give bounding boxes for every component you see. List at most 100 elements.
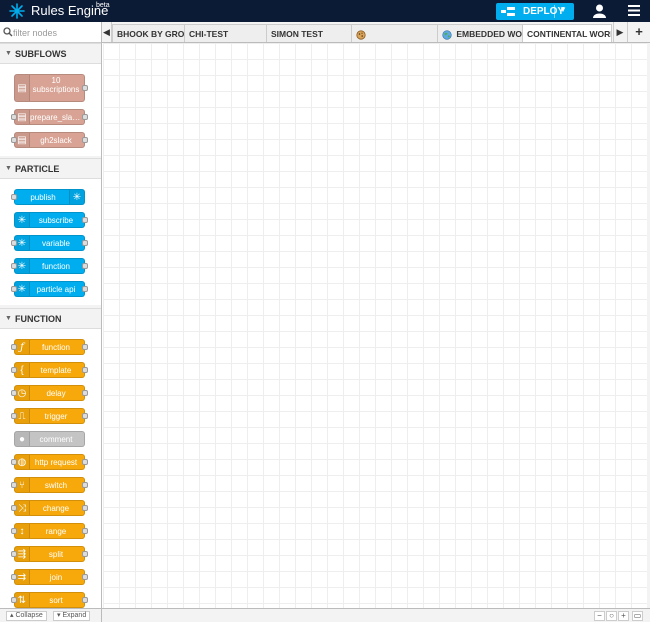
palette-node-particle-api[interactable]: ✳ particle api (11, 281, 88, 297)
output-port[interactable] (82, 240, 88, 246)
output-port[interactable] (82, 505, 88, 511)
zoom-in-button[interactable]: + (618, 611, 629, 621)
particle-star-icon: ✳ (15, 259, 30, 273)
palette-node-publish[interactable]: publish ✳ (11, 189, 85, 205)
expand-all-button[interactable]: ▾ Expand (53, 611, 91, 621)
output-port[interactable] (82, 390, 88, 396)
search-icon (3, 27, 13, 37)
input-port[interactable] (11, 286, 17, 292)
chevron-down-icon: ▼ (5, 315, 12, 322)
tab-scroll-left-icon[interactable]: ◀ (102, 22, 112, 42)
input-port[interactable] (11, 240, 17, 246)
palette-node-http-request[interactable]: ◍ http request (11, 454, 88, 470)
palette-node-switch[interactable]: ⑂ switch (11, 477, 88, 493)
deploy-label: DEPLOY (523, 6, 565, 17)
tab-cookie[interactable] (351, 24, 438, 42)
output-port[interactable] (82, 413, 88, 419)
input-port[interactable] (11, 528, 17, 534)
chevron-down-icon: ▼ (5, 165, 12, 172)
input-port[interactable] (11, 459, 17, 465)
particle-star-icon: ✳ (15, 236, 30, 250)
palette-node-prepare-slack[interactable]: ▤ prepare_slack_... (11, 109, 88, 125)
palette-node-split[interactable]: ⇶ split (11, 546, 88, 562)
category-subflows-header[interactable]: ▼ SUBFLOWS (0, 43, 101, 64)
palette-node-trigger[interactable]: ⎍ trigger (11, 408, 88, 424)
navigator-icon[interactable]: ▭ (632, 611, 643, 621)
category-particle-body: publish ✳ ✳ subscribe ✳ variable ✳ funct… (0, 179, 101, 305)
output-port[interactable] (82, 263, 88, 269)
output-port[interactable] (82, 367, 88, 373)
palette-node-comment[interactable]: ● comment (14, 431, 85, 447)
zoom-reset-button[interactable]: ○ (606, 611, 617, 621)
palette-node-particle-function[interactable]: ✳ function (11, 258, 88, 274)
input-port[interactable] (11, 413, 17, 419)
input-port[interactable] (11, 194, 17, 200)
palette-node-delay[interactable]: ◷ delay (11, 385, 88, 401)
output-port[interactable] (82, 137, 88, 143)
palette-node-sort[interactable]: ⇅ sort (11, 592, 88, 608)
tab-simon-test[interactable]: SIMON TEST (266, 24, 352, 42)
zoom-out-button[interactable]: − (594, 611, 605, 621)
input-port[interactable] (11, 367, 17, 373)
category-subflows-body: ▤ 10 subscriptions ▤ prepare_slack_... ▤… (0, 64, 101, 156)
input-port[interactable] (11, 390, 17, 396)
deploy-icon (501, 7, 515, 16)
tab-label: BHOOK BY GROUP (117, 29, 185, 39)
brace-icon: { (15, 363, 30, 377)
collapse-all-button[interactable]: ▴ Collapse (6, 611, 47, 621)
palette-node-10-subscriptions[interactable]: ▤ 10 subscriptions (14, 74, 88, 102)
output-port[interactable] (82, 85, 88, 91)
output-port[interactable] (82, 574, 88, 580)
input-port[interactable] (11, 114, 17, 120)
tab-scroll-right-icon[interactable]: ▶ (613, 22, 626, 42)
palette-node-subscribe[interactable]: ✳ subscribe (14, 212, 88, 228)
node-label: function (41, 262, 71, 271)
tab-chi-test[interactable]: CHI-TEST (184, 24, 267, 42)
palette-node-range[interactable]: ↕ range (11, 523, 88, 539)
input-port[interactable] (11, 263, 17, 269)
palette-node-function[interactable]: ƒ function (11, 339, 88, 355)
palette-node-variable[interactable]: ✳ variable (11, 235, 88, 251)
palette-node-gh2slack[interactable]: ▤ gh2slack (11, 132, 88, 148)
document-icon: ▤ (15, 75, 30, 101)
tab-bhook-by-group[interactable]: BHOOK BY GROUP (112, 24, 185, 42)
tab-embedded-world[interactable]: EMBEDDED WORLD (437, 24, 523, 42)
input-port[interactable] (11, 597, 17, 603)
output-port[interactable] (82, 344, 88, 350)
output-port[interactable] (82, 114, 88, 120)
input-port[interactable] (11, 137, 17, 143)
output-port[interactable] (82, 482, 88, 488)
input-port[interactable] (11, 574, 17, 580)
add-tab-button[interactable]: + (627, 22, 650, 42)
input-port[interactable] (11, 344, 17, 350)
user-icon[interactable] (593, 4, 606, 18)
output-port[interactable] (82, 217, 88, 223)
timer-icon: ◷ (15, 386, 30, 400)
output-port[interactable] (82, 459, 88, 465)
tab-continental-workshop[interactable]: CONTINENTAL WORKSH (522, 24, 612, 42)
palette-node-change[interactable]: ⤨ change (11, 500, 88, 516)
node-label: particle api (36, 285, 76, 294)
palette-node-join[interactable]: ⇉ join (11, 569, 88, 585)
flow-workspace[interactable] (103, 43, 647, 608)
category-function-body: ƒ function { template ◷ delay ⎍ trigger … (0, 329, 101, 608)
caret-down-icon[interactable]: ▼ (559, 5, 567, 14)
output-port[interactable] (82, 551, 88, 557)
input-port[interactable] (11, 482, 17, 488)
beta-badge: beta (96, 2, 110, 9)
tab-label: CHI-TEST (189, 29, 229, 39)
output-port[interactable] (82, 286, 88, 292)
category-particle-header[interactable]: ▼ PARTICLE (0, 158, 101, 179)
output-port[interactable] (82, 597, 88, 603)
category-function-header[interactable]: ▼ FUNCTION (0, 308, 101, 329)
deploy-button[interactable]: DEPLOY ▼ (496, 3, 574, 20)
document-icon: ▤ (15, 133, 30, 147)
palette-node-template[interactable]: { template (11, 362, 88, 378)
filter-nodes-input[interactable] (13, 24, 99, 41)
input-port[interactable] (11, 551, 17, 557)
output-port[interactable] (82, 528, 88, 534)
input-port[interactable] (11, 505, 17, 511)
switch-icon: ⑂ (15, 478, 30, 492)
expand-label: Expand (62, 612, 87, 619)
hamburger-menu-icon[interactable] (628, 5, 640, 16)
